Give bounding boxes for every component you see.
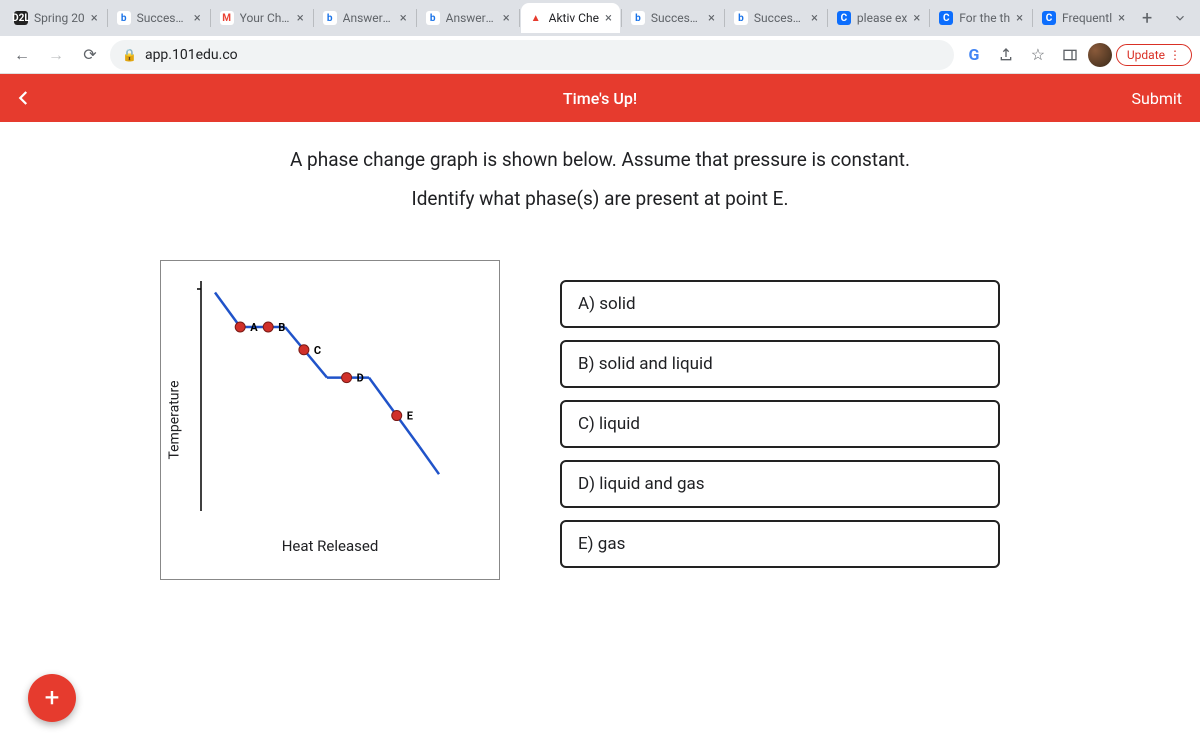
close-icon[interactable]: × bbox=[1016, 11, 1023, 26]
tab-title: Your Chec bbox=[240, 11, 291, 25]
browser-toolbar: ← → ⟳ 🔒 app.101edu.co G ☆ Update ⋮ bbox=[0, 36, 1200, 74]
favicon-icon: b bbox=[117, 11, 131, 25]
browser-tab[interactable]: b Answered × bbox=[418, 3, 518, 33]
bookmark-icon[interactable]: ☆ bbox=[1024, 41, 1052, 69]
add-fab[interactable]: + bbox=[28, 674, 76, 722]
timer-text: Time's Up! bbox=[563, 89, 637, 108]
answer-choice[interactable]: B) solid and liquid bbox=[560, 340, 1000, 388]
browser-tab[interactable]: C For the th × bbox=[931, 3, 1031, 33]
answer-choice[interactable]: D) liquid and gas bbox=[560, 460, 1000, 508]
update-button[interactable]: Update ⋮ bbox=[1116, 44, 1192, 66]
address-bar[interactable]: 🔒 app.101edu.co bbox=[110, 40, 954, 70]
favicon-icon: C bbox=[939, 11, 953, 25]
reload-button[interactable]: ⟳ bbox=[76, 41, 104, 69]
favicon-icon: M bbox=[220, 11, 234, 25]
svg-text:E: E bbox=[407, 410, 413, 423]
url-text: app.101edu.co bbox=[145, 47, 238, 63]
tab-title: Spring 20 bbox=[34, 11, 85, 25]
svg-text:B: B bbox=[278, 321, 285, 334]
browser-tab[interactable]: ▲ Aktiv Che × bbox=[521, 3, 620, 33]
question-block: A phase change graph is shown below. Ass… bbox=[0, 122, 1200, 220]
browser-tab[interactable]: b Success C × bbox=[726, 3, 826, 33]
profile-avatar[interactable] bbox=[1088, 43, 1112, 67]
chart-svg: A B C D E bbox=[161, 261, 501, 581]
svg-text:D: D bbox=[357, 372, 364, 385]
back-button[interactable]: ← bbox=[8, 41, 36, 69]
svg-text:A: A bbox=[250, 321, 258, 334]
browser-tab[interactable]: C Frequentl × bbox=[1034, 3, 1133, 33]
phase-change-graph: Temperature A B C D E Heat Released bbox=[160, 260, 500, 580]
close-icon[interactable]: × bbox=[913, 11, 920, 26]
question-line2: Identify what phase(s) are present at po… bbox=[20, 187, 1180, 210]
favicon-icon: C bbox=[1042, 11, 1056, 25]
browser-tab[interactable]: b Success C × bbox=[623, 3, 723, 33]
answer-choice[interactable]: A) solid bbox=[560, 280, 1000, 328]
tab-title: please ex bbox=[857, 11, 907, 25]
favicon-icon: b bbox=[631, 11, 645, 25]
app-header: Time's Up! Submit bbox=[0, 74, 1200, 122]
favicon-icon: C bbox=[837, 11, 851, 25]
close-icon[interactable]: × bbox=[194, 11, 201, 26]
browser-tab[interactable]: b Answered × bbox=[315, 3, 415, 33]
favicon-icon: b bbox=[426, 11, 440, 25]
tab-title: For the th bbox=[959, 11, 1010, 25]
answer-choice[interactable]: E) gas bbox=[560, 520, 1000, 568]
favicon-icon: D2L bbox=[14, 11, 28, 25]
browser-tab[interactable]: D2L Spring 20 × bbox=[6, 3, 106, 33]
close-icon[interactable]: × bbox=[811, 11, 818, 26]
new-tab-button[interactable]: + bbox=[1133, 4, 1161, 32]
svg-text:C: C bbox=[314, 344, 321, 357]
tab-title: Answered bbox=[446, 11, 497, 25]
tab-overflow-icon[interactable] bbox=[1166, 11, 1194, 25]
share-icon[interactable] bbox=[992, 41, 1020, 69]
browser-tab[interactable]: b Success C × bbox=[109, 3, 209, 33]
close-icon[interactable]: × bbox=[297, 11, 304, 26]
tab-title: Success C bbox=[651, 11, 702, 25]
back-chevron-icon[interactable] bbox=[0, 89, 48, 107]
kebab-icon: ⋮ bbox=[1169, 48, 1181, 62]
answer-choice[interactable]: C) liquid bbox=[560, 400, 1000, 448]
close-icon[interactable]: × bbox=[708, 11, 715, 26]
tab-title: Aktiv Che bbox=[549, 11, 599, 25]
browser-tabstrip: D2L Spring 20 × b Success C × M Your Chec × b Answ… bbox=[0, 0, 1200, 36]
submit-button[interactable]: Submit bbox=[1132, 89, 1182, 108]
tab-title: Frequentl bbox=[1062, 11, 1112, 25]
plus-icon: + bbox=[45, 683, 60, 713]
question-line1: A phase change graph is shown below. Ass… bbox=[20, 148, 1180, 171]
browser-tab[interactable]: M Your Chec × bbox=[212, 3, 312, 33]
panel-icon[interactable] bbox=[1056, 41, 1084, 69]
x-axis-label: Heat Released bbox=[161, 537, 499, 555]
answer-choices: A) solid B) solid and liquid C) liquid D) l… bbox=[560, 280, 1000, 568]
close-icon[interactable]: × bbox=[400, 11, 407, 26]
close-icon[interactable]: × bbox=[605, 11, 612, 26]
tab-title: Success C bbox=[754, 11, 805, 25]
forward-button[interactable]: → bbox=[42, 41, 70, 69]
favicon-icon: ▲ bbox=[529, 11, 543, 25]
y-axis-label: Temperature bbox=[167, 380, 183, 459]
google-icon[interactable]: G bbox=[960, 41, 988, 69]
close-icon[interactable]: × bbox=[1118, 11, 1125, 26]
close-icon[interactable]: × bbox=[503, 11, 510, 26]
close-icon[interactable]: × bbox=[91, 11, 98, 26]
lock-icon: 🔒 bbox=[122, 48, 137, 62]
tab-title: Success C bbox=[137, 11, 188, 25]
favicon-icon: b bbox=[323, 11, 337, 25]
browser-tab[interactable]: Cplease ex × bbox=[829, 3, 928, 33]
content-row: Temperature A B C D E Heat Released A) solid… bbox=[0, 220, 1200, 580]
tab-title: Answered bbox=[343, 11, 394, 25]
favicon-icon: b bbox=[734, 11, 748, 25]
